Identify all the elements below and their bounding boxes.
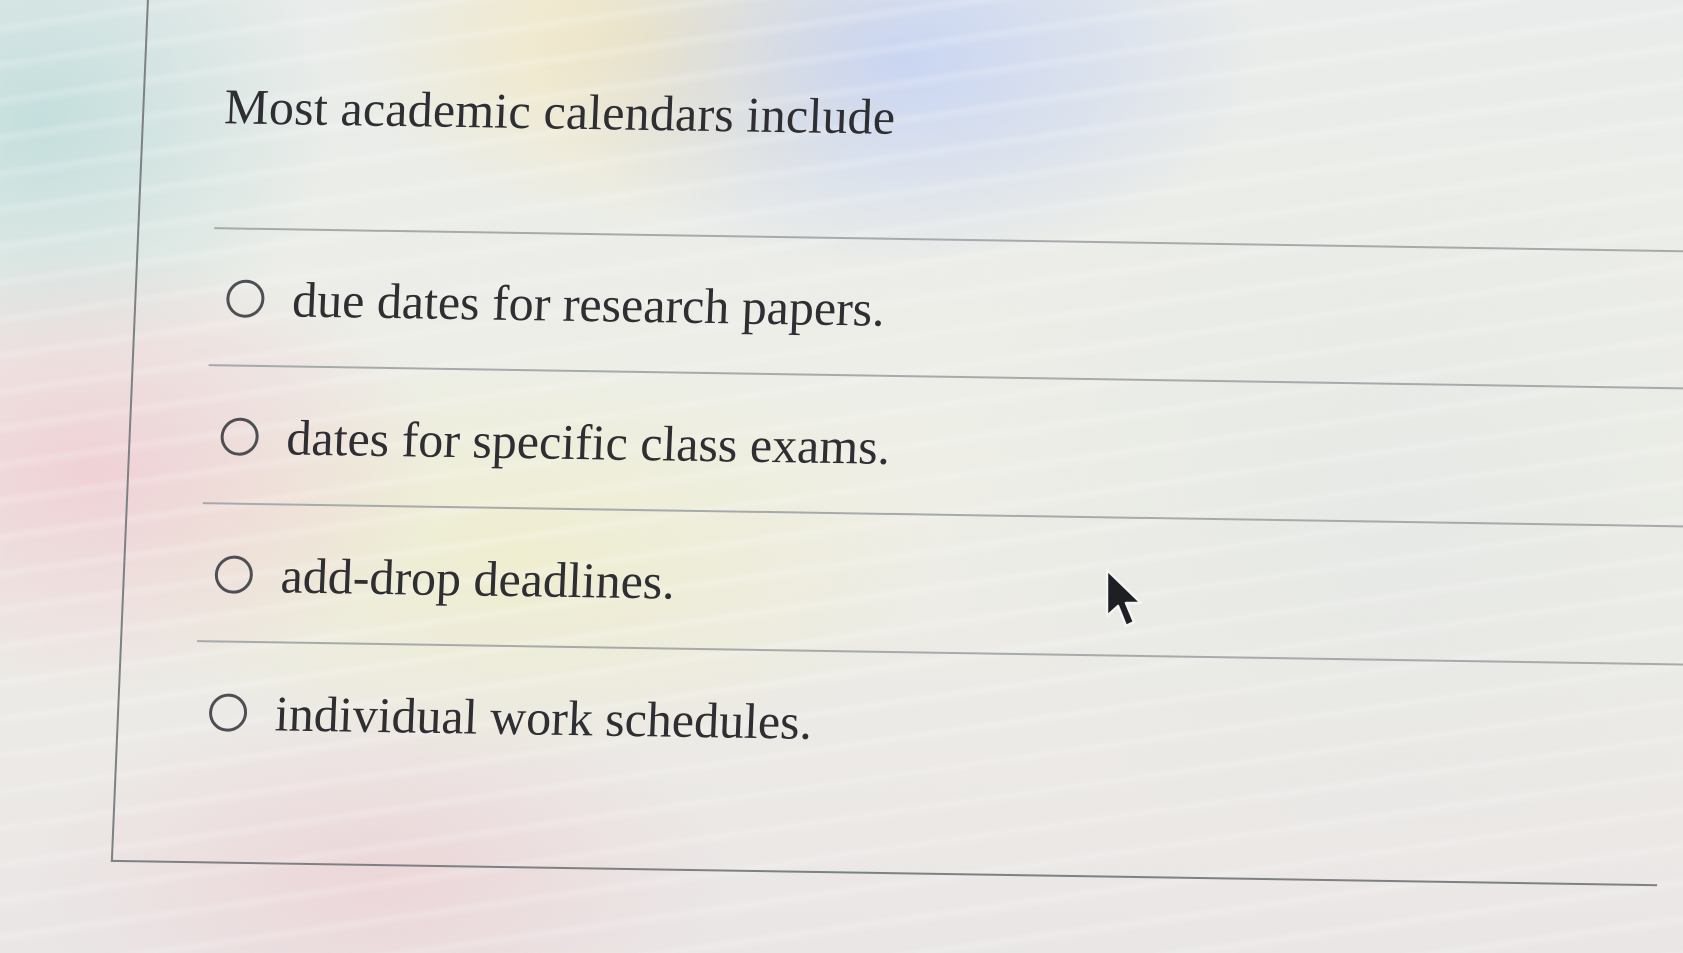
- mouse-cursor-icon: [1105, 568, 1143, 628]
- radio-button-icon[interactable]: [219, 417, 260, 456]
- option-label: due dates for research papers.: [291, 271, 886, 337]
- divider: [197, 640, 1683, 666]
- radio-button-icon[interactable]: [225, 279, 266, 319]
- answer-option-2[interactable]: dates for specific class exams.: [219, 407, 891, 476]
- answer-option-4[interactable]: individual work schedules.: [208, 683, 814, 750]
- option-label: individual work schedules.: [273, 685, 814, 750]
- divider: [214, 227, 1683, 253]
- divider: [208, 364, 1683, 390]
- answer-option-1[interactable]: due dates for research papers.: [225, 269, 886, 337]
- question-prompt: Most academic calendars include: [223, 78, 897, 145]
- radio-button-icon[interactable]: [208, 693, 248, 732]
- divider: [202, 502, 1683, 528]
- answer-option-3[interactable]: add-drop deadlines.: [214, 545, 676, 610]
- option-label: add-drop deadlines.: [279, 547, 677, 610]
- radio-button-icon[interactable]: [214, 555, 254, 594]
- question-panel: Most academic calendars include due date…: [110, 0, 1683, 887]
- option-label: dates for specific class exams.: [285, 409, 892, 475]
